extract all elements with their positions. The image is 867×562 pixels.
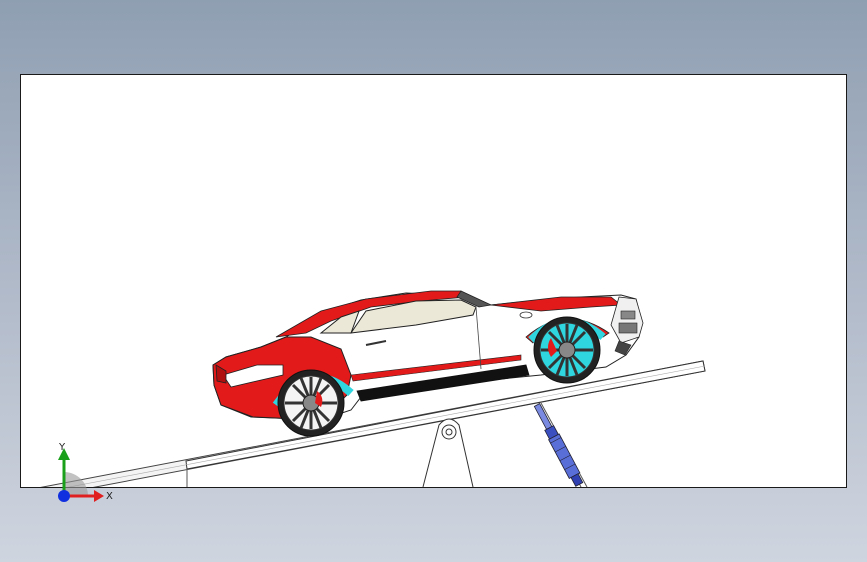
pivot-support[interactable] xyxy=(422,418,474,487)
x-axis-arrow xyxy=(94,490,104,502)
z-axis-origin-icon xyxy=(58,490,70,502)
rear-wheel[interactable] xyxy=(272,369,354,437)
coordinate-triad: Y X xyxy=(58,442,113,502)
graphics-viewport[interactable] xyxy=(20,74,847,488)
model-scene[interactable] xyxy=(21,75,846,487)
x-axis-label: X xyxy=(106,491,113,502)
y-axis-label: Y xyxy=(58,442,66,453)
hydraulic-actuator[interactable] xyxy=(532,402,588,487)
